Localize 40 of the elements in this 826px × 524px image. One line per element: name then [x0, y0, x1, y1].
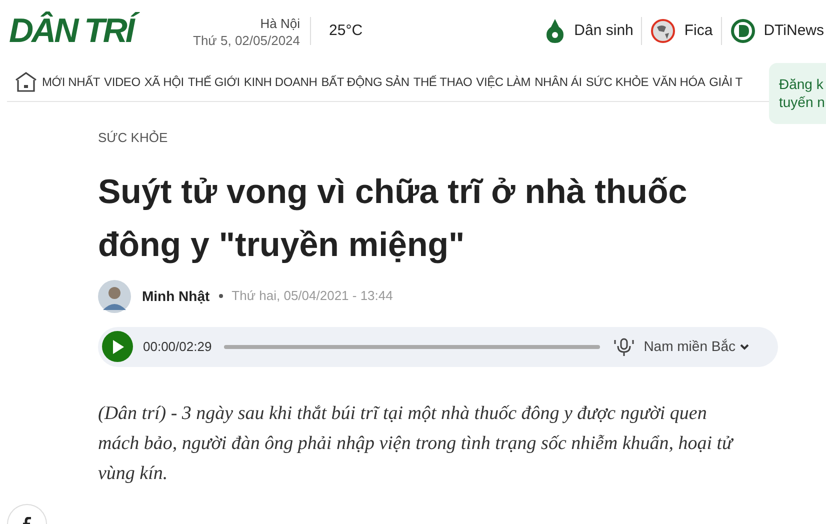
nav-link[interactable]: VIDEO — [104, 72, 140, 90]
article-title: Suýt tử vong vì chữa trĩ ở nhà thuốc đông y "truyền miệng" — [98, 172, 688, 266]
pen-nib-icon — [544, 18, 566, 44]
home-icon[interactable] — [14, 72, 38, 92]
play-button[interactable] — [102, 331, 133, 362]
d-logo-icon — [730, 18, 756, 44]
nav-link[interactable]: GIẢI T — [709, 72, 742, 90]
category-link[interactable]: SỨC KHỎE — [98, 128, 778, 148]
nav-link[interactable]: KINH DOANH — [244, 72, 318, 90]
facebook-icon — [22, 517, 32, 524]
nav-link[interactable]: VĂN HÓA — [652, 72, 706, 90]
city-label: Hà Nội — [260, 15, 300, 32]
header-link[interactable]: Fica — [650, 18, 713, 44]
nav-link[interactable]: SỨC KHỎE — [586, 72, 649, 90]
site-logo[interactable]: DÂN TRÍ — [9, 14, 179, 48]
nav-link[interactable]: BẤT ĐỘNG SẢN — [321, 72, 410, 90]
bullet-icon — [218, 294, 223, 298]
nav-link[interactable]: VIỆC LÀM — [476, 72, 531, 90]
nav-link[interactable]: NHÂN ÁI — [534, 72, 582, 90]
nav-link[interactable]: MỚI NHẤT — [42, 72, 100, 90]
header-link[interactable]: DTiNews — [730, 18, 824, 44]
microphone-icon — [614, 336, 634, 356]
nav-link[interactable]: THẾ GIỚI — [188, 72, 240, 90]
nav-link[interactable]: XÃ HỘI — [144, 72, 184, 90]
date-label: Thứ 5, 02/05/2024 — [193, 32, 300, 49]
avatar-icon — [98, 280, 131, 312]
temperature-label: 25°C — [329, 20, 363, 41]
publish-date: Thứ hai, 05/04/2021 - 13:44 — [232, 287, 393, 306]
audio-progress-track[interactable] — [224, 344, 600, 348]
voice-dropdown[interactable]: Nam miền Bắc — [644, 336, 748, 357]
audio-time: 00:00/02:29 — [143, 338, 212, 356]
author-name[interactable]: Minh Nhật — [142, 286, 210, 306]
header-link[interactable]: Dân sinh — [544, 18, 634, 44]
signup-popup[interactable]: Đăng k tuyến n — [769, 63, 826, 124]
article-summary: (Dân trí) - 3 ngày sau khi thắt búi trĩ tại một nhà thuốc đông y được người quen mách bảo, người đàn ông phải nhập viện trong tình trạng sốc nhiễm khuẩn, hoại tử vùng kín. — [98, 402, 734, 486]
nav-link[interactable]: THẾ THAO — [413, 72, 472, 90]
facebook-share-button[interactable] — [7, 504, 47, 524]
globe-icon — [650, 18, 676, 44]
play-icon — [112, 340, 124, 354]
chevron-down-icon — [740, 344, 748, 350]
